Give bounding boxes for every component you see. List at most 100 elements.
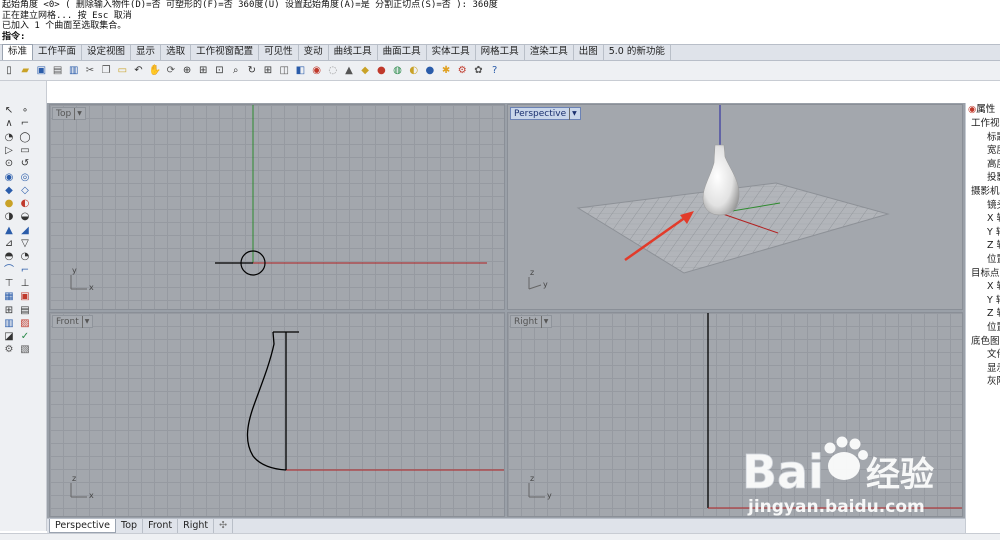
paste-icon[interactable]: ▭ <box>115 64 129 78</box>
tab-9[interactable]: 曲面工具 <box>378 45 427 60</box>
tool-icon[interactable]: ⊞ <box>2 304 16 318</box>
viewport-tab-perspective[interactable]: Perspective <box>49 519 117 533</box>
tool-icon[interactable]: ◪ <box>2 330 16 344</box>
tab-5[interactable]: 工作视窗配置 <box>191 45 260 60</box>
tool-icon[interactable]: ⌐ <box>18 264 32 278</box>
tool-icon[interactable]: ✓ <box>18 330 32 344</box>
tool-icon[interactable]: ▷ <box>2 144 16 158</box>
tool-icon[interactable]: ▦ <box>2 290 16 304</box>
tool-icon[interactable]: ⊿ <box>2 237 16 251</box>
set-view-icon[interactable]: ◧ <box>293 64 307 78</box>
tab-8[interactable]: 曲线工具 <box>329 45 378 60</box>
tool-icon[interactable]: ⌐ <box>18 117 32 131</box>
light-icon[interactable]: ✱ <box>439 64 453 78</box>
tool-icon[interactable]: ◎ <box>18 171 32 185</box>
tool-icon[interactable]: ▨ <box>18 317 32 331</box>
viewport-right[interactable]: Right ▼ z y <box>507 312 963 517</box>
tool-icon[interactable]: ◔ <box>2 131 16 145</box>
tool-icon[interactable]: ⊙ <box>2 157 16 171</box>
open-icon[interactable]: ▰ <box>18 64 32 78</box>
tool-icon[interactable]: ∧ <box>2 117 16 131</box>
tab-1[interactable]: 工作平面 <box>33 45 83 60</box>
property-section[interactable]: 目标点 <box>966 267 1000 281</box>
tab-12[interactable]: 渲染工具 <box>525 45 574 60</box>
add-viewport-tab-icon[interactable]: ✣ <box>214 519 234 533</box>
tool-icon[interactable]: ◑ <box>2 210 16 224</box>
tool-icon[interactable]: ▤ <box>18 304 32 318</box>
tool-icon[interactable]: ◐ <box>18 197 32 211</box>
viewport-tab-front[interactable]: Front <box>143 519 179 533</box>
viewport-top[interactable]: Top ▼ y x <box>49 104 505 310</box>
tab-0[interactable]: 标准 <box>2 44 34 60</box>
tool-icon[interactable]: ▥ <box>2 317 16 331</box>
zoom-extents-icon[interactable]: ⊡ <box>212 64 226 78</box>
new-icon[interactable]: ▯ <box>2 64 16 78</box>
viewport-perspective[interactable]: Perspective ▼ z y <box>507 104 963 310</box>
tool-icon[interactable]: ∘ <box>18 104 32 118</box>
tool-icon[interactable]: ◉ <box>2 171 16 185</box>
tool-icon[interactable]: ↺ <box>18 157 32 171</box>
tool-icon[interactable]: ⌒ <box>2 264 16 278</box>
viewport-front[interactable]: Front ▼ z x <box>49 312 505 517</box>
settings-icon[interactable]: ✿ <box>471 64 485 78</box>
tab-11[interactable]: 网格工具 <box>476 45 525 60</box>
undo-icon[interactable]: ↶ <box>132 64 146 78</box>
pan-icon[interactable]: ✋ <box>148 64 162 78</box>
cplane-icon[interactable]: ◫ <box>277 64 291 78</box>
property-section[interactable]: 工作视窗 <box>966 117 1000 131</box>
hide-icon[interactable]: ◌ <box>326 64 340 78</box>
tool-icon[interactable]: ▲ <box>2 224 16 238</box>
layer-icon[interactable]: ◆ <box>358 64 372 78</box>
tool-icon[interactable]: ◆ <box>2 184 16 198</box>
tool-icon[interactable]: ▭ <box>18 144 32 158</box>
tool-icon[interactable]: ▽ <box>18 237 32 251</box>
tool-icon[interactable]: ▣ <box>18 290 32 304</box>
environment-icon[interactable]: ◐ <box>407 64 421 78</box>
tool-icon[interactable]: ◇ <box>18 184 32 198</box>
tool-icon[interactable]: ◒ <box>18 210 32 224</box>
tool-icon[interactable]: ● <box>2 197 16 211</box>
print-icon[interactable]: ▤ <box>51 64 65 78</box>
show-icon[interactable]: ◉ <box>310 64 324 78</box>
tab-4[interactable]: 选取 <box>161 45 192 60</box>
sphere-icon[interactable]: ● <box>423 64 437 78</box>
tool-icon[interactable]: ◢ <box>18 224 32 238</box>
property-row: 镜头 <box>987 199 1000 211</box>
save-icon[interactable]: ▣ <box>34 64 48 78</box>
tool-icon[interactable]: ◓ <box>2 250 16 264</box>
tool-icon[interactable]: ⊤ <box>2 277 16 291</box>
copy-icon[interactable]: ❐ <box>99 64 113 78</box>
render-icon[interactable]: ● <box>374 64 388 78</box>
zoom-selected-icon[interactable]: ⌕ <box>229 64 243 78</box>
zoom-window-icon[interactable]: ⊞ <box>196 64 210 78</box>
tool-icon[interactable]: ◯ <box>18 131 32 145</box>
tool-icon[interactable]: ⊥ <box>18 277 32 291</box>
material-icon[interactable]: ◍ <box>391 64 405 78</box>
rotate-view-icon[interactable]: ⟳ <box>164 64 178 78</box>
import-icon[interactable]: ▥ <box>67 64 81 78</box>
tab-6[interactable]: 可见性 <box>259 45 299 60</box>
cut-icon[interactable]: ✂ <box>83 64 97 78</box>
property-section[interactable]: 底色图 <box>966 335 1000 349</box>
tab-10[interactable]: 实体工具 <box>427 45 476 60</box>
command-prompt[interactable]: 指令: <box>2 32 998 43</box>
viewport-tab-right[interactable]: Right <box>178 519 215 533</box>
tab-13[interactable]: 出图 <box>574 45 604 60</box>
properties-header[interactable]: ◉属性 <box>966 103 1000 117</box>
four-views-icon[interactable]: ⊞ <box>261 64 275 78</box>
tab-2[interactable]: 设定视图 <box>82 45 132 60</box>
zoom-icon[interactable]: ⊕ <box>180 64 194 78</box>
tool-icon[interactable]: ▧ <box>18 343 32 357</box>
lock-icon[interactable]: ▲ <box>342 64 356 78</box>
options-icon[interactable]: ⚙ <box>455 64 469 78</box>
tab-7[interactable]: 变动 <box>299 45 329 60</box>
tab-14[interactable]: 5.0 的新功能 <box>604 45 671 60</box>
help-icon[interactable]: ? <box>488 64 502 78</box>
tool-icon[interactable]: ◔ <box>18 250 32 264</box>
tool-icon[interactable]: ⚙ <box>2 343 16 357</box>
viewport-tab-top[interactable]: Top <box>116 519 144 533</box>
tool-icon[interactable]: ↖ <box>2 104 16 118</box>
rotate-icon[interactable]: ↻ <box>245 64 259 78</box>
tab-3[interactable]: 显示 <box>131 45 162 60</box>
property-section[interactable]: 摄影机 <box>966 185 1000 199</box>
